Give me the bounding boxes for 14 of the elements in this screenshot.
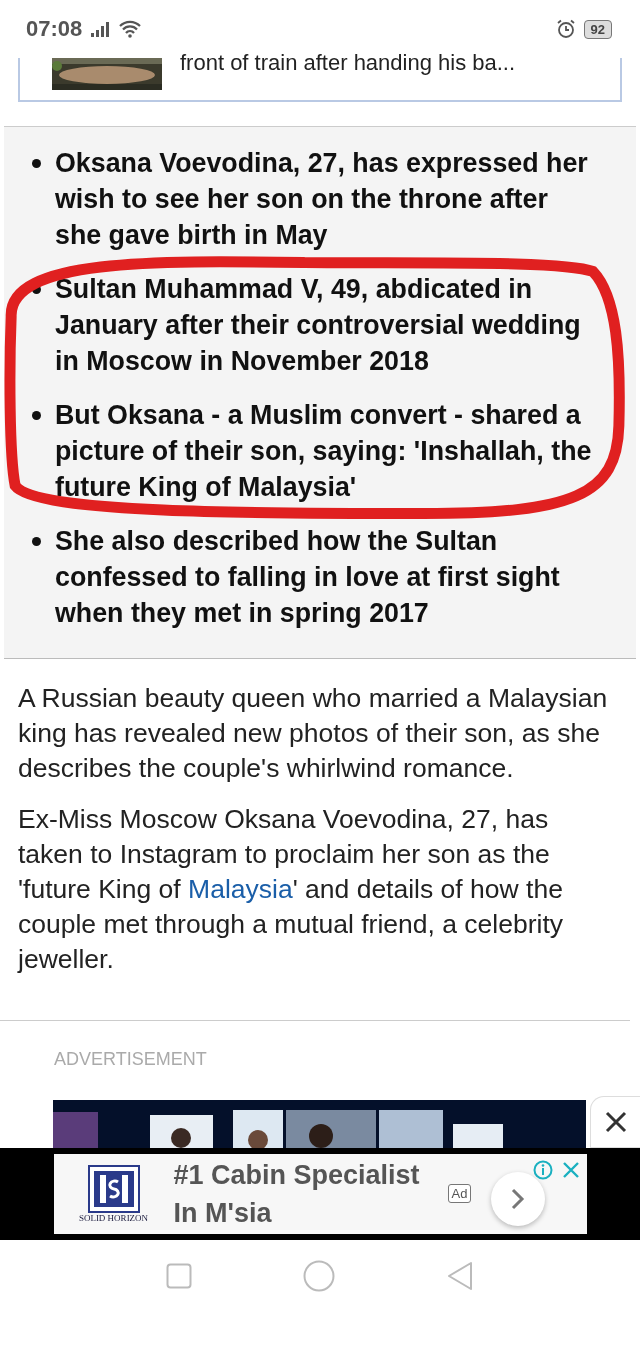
ad-badge: Ad: [447, 1184, 472, 1203]
highlight-text: Sultan Muhammad V, 49, abdicated in January after their controversial wedding in Moscow in November 2018: [55, 273, 582, 378]
paragraph: A Russian beauty queen who married a Malaysian king has revealed new photos of their son, as she describes the couple's whirlwind romance.: [18, 682, 609, 785]
paragraph: Ex-Miss Moscow Oksana Voevodina, 27, has taken to Instagram to proclaim her son as the 'future King of Malaysia' and details of how the couple met through a mutual friend, a celebrity jeweller.: [18, 803, 565, 976]
link[interactable]: Malaysia: [188, 874, 293, 904]
advertisement-label: ADVERTISEMENT: [54, 1049, 208, 1070]
ad-headline: #1 Cabin Specialist In M'sia: [173, 1159, 421, 1230]
clock-time: 07:08: [26, 16, 83, 42]
highlight-text: Oksana Voevodina, 27, has expressed her wish to see her son on the throne after she gave birth in May: [55, 147, 589, 252]
highlight-text: But Oksana - a Muslim convert - shared a picture of their son, saying: 'Inshallah, the future King of Malaysia': [55, 399, 593, 504]
battery-indicator: 92: [583, 19, 612, 39]
logo-text: SOLID HORIZON: [78, 1213, 149, 1223]
ad-banner[interactable]: SOLID HORIZON #1 Cabin Specialist In M'sia Ad: [53, 1154, 587, 1234]
highlight-text: She also described how the Sultan confessed to falling in love at first sight when they met in spring 2017: [55, 525, 561, 630]
